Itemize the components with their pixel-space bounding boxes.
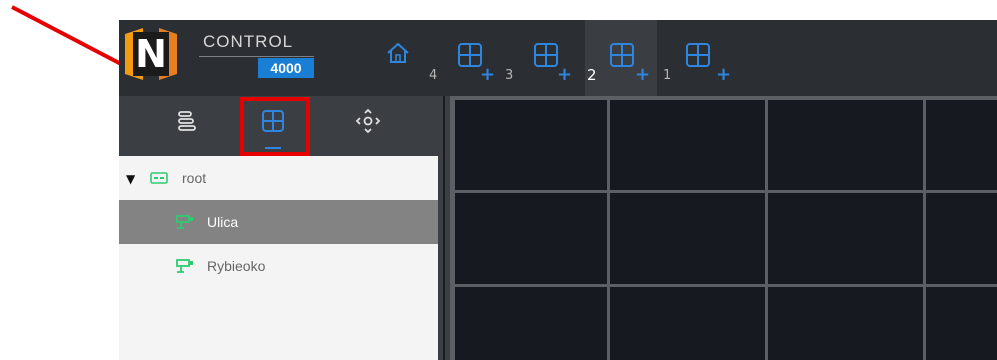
video-cell[interactable]	[610, 287, 765, 360]
logo-letter: N	[135, 32, 167, 76]
brand-divider	[199, 56, 314, 57]
grid-layout-icon	[534, 43, 558, 67]
brand-number: 4000	[258, 58, 314, 78]
layout-tab-number: 1	[663, 68, 672, 83]
expand-arrow-icon[interactable]: ▼	[126, 172, 135, 186]
video-cell[interactable]	[768, 193, 923, 284]
layout-tab-number: 4	[429, 68, 438, 83]
tree-node-root[interactable]: ▼ root	[119, 156, 438, 200]
add-layout-icon[interactable]: +	[557, 66, 572, 84]
video-cell[interactable]	[610, 193, 765, 284]
splitter-line	[443, 96, 445, 360]
tree-node-camera-ulica[interactable]: Ulica	[119, 200, 438, 244]
tree-node-camera-rybieoko[interactable]: Rybieoko	[119, 244, 438, 288]
layout-tab-4[interactable]: 4 +	[427, 20, 495, 96]
video-cell[interactable]	[455, 287, 607, 360]
camera-icon	[176, 259, 193, 273]
layout-tab-1[interactable]: 1 +	[657, 20, 731, 96]
app-logo: N	[125, 28, 177, 80]
layout-tab-2[interactable]: 2 +	[585, 20, 657, 96]
layout-tab-number: 2	[587, 66, 597, 84]
tree-node-label: Ulica	[207, 214, 239, 230]
add-layout-icon[interactable]: +	[480, 66, 495, 84]
video-cell[interactable]	[926, 100, 997, 190]
layout-tab-3[interactable]: 3 +	[495, 20, 585, 96]
grid-layout-icon	[686, 43, 710, 67]
video-grid	[450, 96, 997, 360]
top-bar: N CONTROL 4000 4 + 3 + 2 + 1 +	[119, 20, 997, 96]
video-cell[interactable]	[455, 100, 607, 190]
ptz-control-icon[interactable]	[353, 106, 383, 136]
video-cell[interactable]	[926, 287, 997, 360]
layout-tab-number: 3	[505, 68, 514, 83]
video-cell[interactable]	[455, 193, 607, 284]
add-layout-icon[interactable]: +	[635, 66, 650, 84]
tree-node-label: root	[182, 170, 207, 186]
add-layout-icon[interactable]: +	[716, 66, 731, 84]
home-icon[interactable]	[385, 40, 411, 66]
video-cell[interactable]	[768, 100, 923, 190]
nvr-client-window: N CONTROL 4000 4 + 3 + 2 + 1 + ▼ root Ul…	[119, 20, 997, 360]
annotation-highlight-box	[240, 97, 310, 156]
video-cell[interactable]	[926, 193, 997, 284]
camera-icon	[176, 215, 193, 229]
grid-layout-icon	[610, 43, 634, 67]
recorder-icon	[150, 172, 168, 184]
video-cell[interactable]	[768, 287, 923, 360]
tree-node-label: Rybieoko	[207, 258, 266, 274]
device-list-icon[interactable]	[172, 106, 202, 136]
brand-name: CONTROL	[203, 32, 294, 51]
video-cell[interactable]	[610, 100, 765, 190]
panel-splitter[interactable]	[438, 96, 450, 360]
